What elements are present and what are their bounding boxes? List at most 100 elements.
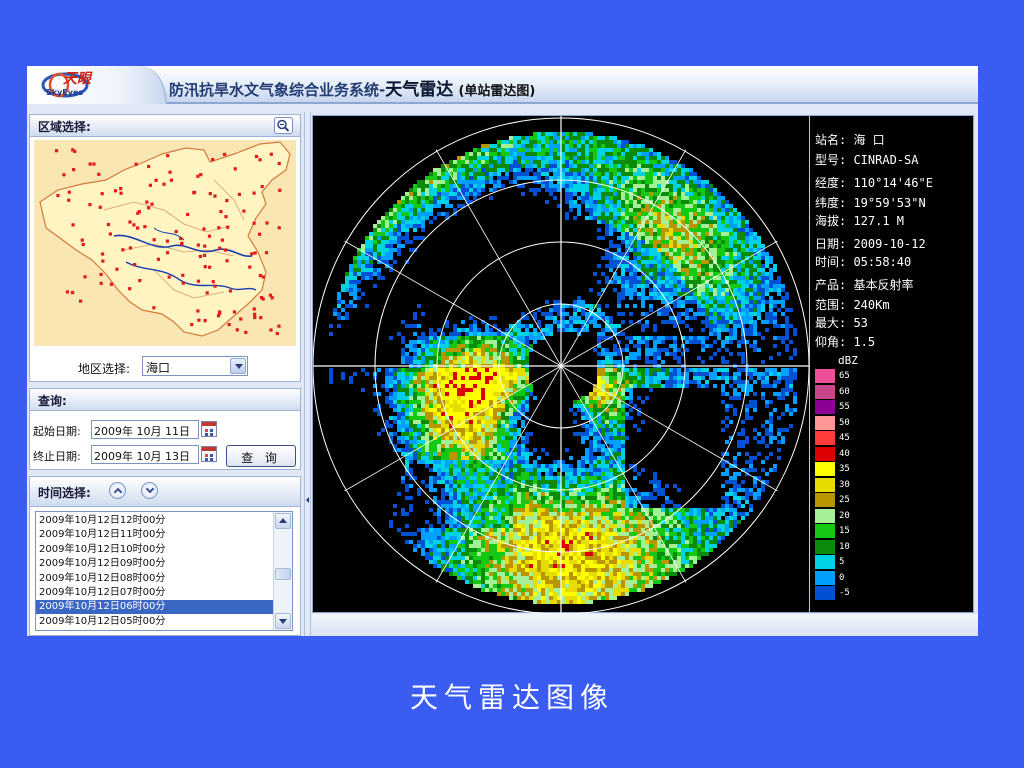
station-marker[interactable] [260,296,264,300]
station-marker[interactable] [99,281,103,285]
station-marker[interactable] [196,279,201,283]
station-marker[interactable] [202,227,206,231]
station-marker[interactable] [138,278,142,283]
time-list-item[interactable]: 2009年10月12日09时00分 [36,557,273,571]
station-marker[interactable] [109,282,114,286]
station-marker[interactable] [152,306,156,310]
calendar-icon[interactable] [201,421,217,437]
station-marker[interactable] [253,315,257,320]
station-marker[interactable] [250,252,254,256]
station-marker[interactable] [92,162,96,166]
station-marker[interactable] [248,265,252,269]
station-marker[interactable] [165,239,170,243]
station-marker[interactable] [252,191,256,195]
station-marker[interactable] [80,238,84,242]
station-marker[interactable] [218,246,222,250]
china-map[interactable] [34,140,296,346]
station-marker[interactable] [269,152,273,156]
station-marker[interactable] [168,170,172,174]
station-marker[interactable] [232,310,237,314]
station-marker[interactable] [192,190,196,195]
time-list-item[interactable]: 2009年10月12日12时00分 [36,514,273,528]
station-marker[interactable] [227,322,231,327]
station-marker[interactable] [162,182,166,186]
chevron-down-icon[interactable] [230,358,246,374]
area-select[interactable]: 海口 [142,356,248,376]
station-marker[interactable] [154,178,158,182]
station-marker[interactable] [134,162,138,166]
station-marker[interactable] [225,198,229,203]
station-marker[interactable] [211,157,215,162]
station-marker[interactable] [203,265,207,269]
station-marker[interactable] [217,226,221,230]
station-marker[interactable] [237,192,241,196]
station-marker[interactable] [239,317,243,321]
time-list-item[interactable]: 2009年10月12日05时00分 [36,615,273,629]
time-list-item[interactable]: 2009年10月12日07时00分 [36,586,273,600]
station-marker[interactable] [128,246,133,250]
station-marker[interactable] [106,222,111,227]
station-marker[interactable] [115,267,119,271]
station-marker[interactable] [223,248,228,252]
station-marker[interactable] [180,241,184,245]
station-marker[interactable] [278,188,282,192]
station-marker[interactable] [244,330,248,335]
start-date-input[interactable]: 2009年 10月 11日 [91,420,199,439]
station-marker[interactable] [174,229,178,234]
station-marker[interactable] [121,248,125,252]
station-marker[interactable] [101,252,105,256]
station-marker[interactable] [264,251,269,255]
calendar-icon[interactable] [201,446,217,462]
station-marker[interactable] [136,226,140,230]
station-marker[interactable] [186,212,190,217]
station-marker[interactable] [119,191,123,195]
query-button[interactable]: 查 询 [226,445,296,467]
station-marker[interactable] [268,293,273,297]
station-marker[interactable] [253,251,257,255]
station-marker[interactable] [218,311,222,315]
station-marker[interactable] [73,149,77,153]
station-marker[interactable] [133,262,137,267]
station-marker[interactable] [211,280,215,284]
station-marker[interactable] [147,206,151,210]
station-marker[interactable] [152,238,156,242]
station-marker[interactable] [208,265,212,269]
station-marker[interactable] [67,198,71,202]
station-marker[interactable] [147,164,151,169]
station-marker[interactable] [277,161,281,166]
station-marker[interactable] [277,324,281,328]
station-marker[interactable] [148,183,153,187]
station-marker[interactable] [213,284,217,288]
station-marker[interactable] [156,257,161,261]
station-marker[interactable] [277,226,281,230]
station-marker[interactable] [136,211,140,215]
station-marker[interactable] [220,238,224,242]
time-list-item[interactable]: 2009年10月12日06时00分 [36,600,273,615]
station-marker[interactable] [88,203,92,207]
station-marker[interactable] [259,316,263,320]
station-marker[interactable] [169,178,174,182]
station-marker[interactable] [228,289,233,293]
station-marker[interactable] [72,168,76,172]
station-marker[interactable] [269,328,273,332]
station-marker[interactable] [190,322,194,327]
station-marker[interactable] [100,192,104,196]
zoom-icon[interactable] [274,117,293,134]
station-marker[interactable] [219,209,223,214]
station-marker[interactable] [71,223,75,227]
scroll-up-icon[interactable] [275,513,291,529]
station-marker[interactable] [242,209,246,213]
station-marker[interactable] [83,275,87,279]
station-marker[interactable] [205,291,209,295]
station-marker[interactable] [108,232,112,236]
time-list-item[interactable]: 2009年10月12日11时00分 [36,528,273,542]
station-marker[interactable] [202,253,207,258]
station-marker[interactable] [56,193,60,198]
station-marker[interactable] [208,192,212,196]
station-marker[interactable] [253,312,257,316]
station-marker[interactable] [254,154,259,159]
station-marker[interactable] [252,221,256,225]
station-marker[interactable] [150,202,154,206]
station-marker[interactable] [167,275,171,279]
station-marker[interactable] [67,190,71,194]
